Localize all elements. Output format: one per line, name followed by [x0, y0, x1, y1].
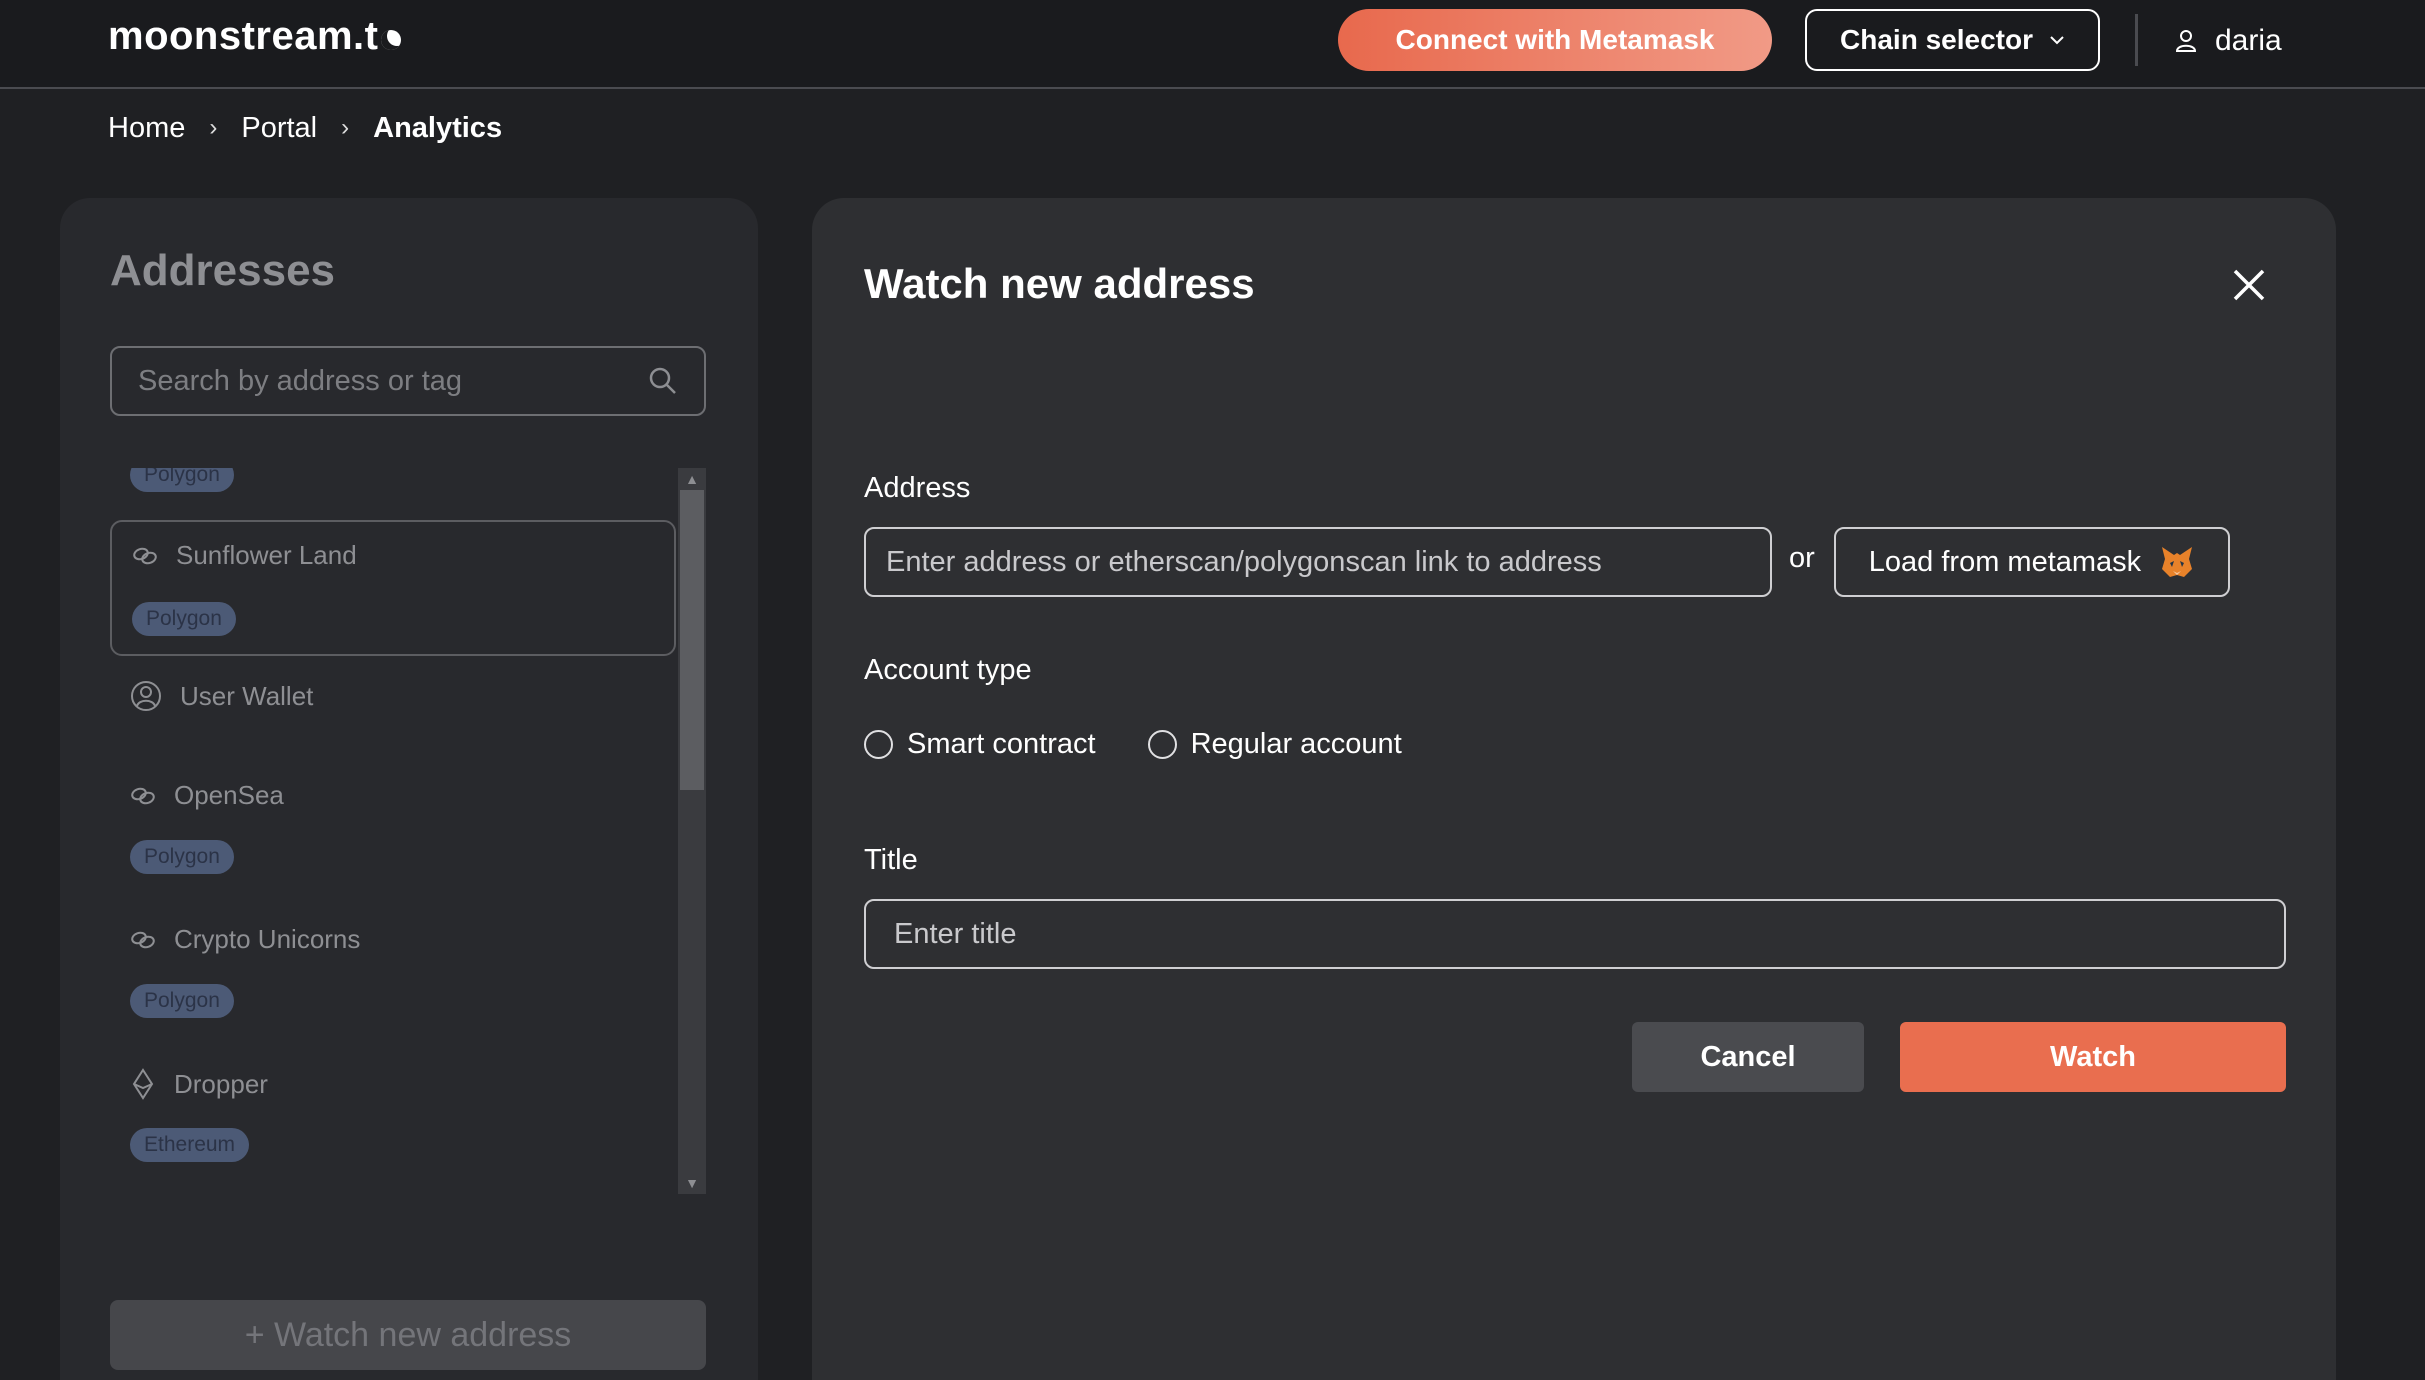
- list-item-row: Crypto Unicorns: [130, 924, 360, 955]
- account-type-label: Account type: [864, 654, 1032, 686]
- radio-circle-icon[interactable]: [1147, 730, 1177, 759]
- breadcrumb-separator: ›: [341, 114, 350, 141]
- load-metamask-label: Load from metamask: [1868, 545, 2142, 578]
- chain-tag: Polygon: [132, 602, 236, 636]
- connect-metamask-button[interactable]: Connect with Metamask: [1338, 9, 1772, 71]
- list-item[interactable]: Dropper Ethereum: [110, 1056, 676, 1186]
- close-button[interactable]: [2226, 262, 2272, 308]
- watch-address-modal: Watch new address Address or Load from m…: [812, 198, 2336, 1380]
- chain-tag: Polygon: [130, 840, 234, 874]
- scroll-thumb[interactable]: [680, 490, 704, 790]
- link-icon: [131, 787, 155, 804]
- radio-regular-account[interactable]: Regular account: [1147, 728, 1402, 761]
- list-item-label: Crypto Unicorns: [174, 924, 361, 954]
- logo-text: moonstream.t: [108, 14, 379, 58]
- breadcrumb-home[interactable]: Home: [108, 112, 185, 145]
- link-icon: [131, 931, 155, 948]
- radio-smart-contract[interactable]: Smart contract: [864, 728, 1096, 761]
- top-nav: moonstream.t Connect with Metamask Chain…: [0, 0, 2425, 89]
- list-item-label: OpenSea: [174, 780, 284, 810]
- load-from-metamask-button[interactable]: Load from metamask: [1834, 527, 2230, 597]
- or-text: or: [1789, 542, 1815, 574]
- metamask-fox-icon: [2162, 547, 2193, 577]
- nav-divider: [2135, 14, 2138, 66]
- list-item-label: User Wallet: [180, 680, 314, 711]
- username: daria: [2215, 24, 2282, 57]
- chain-tag: Polygon: [130, 984, 234, 1018]
- logo[interactable]: moonstream.t: [108, 14, 401, 59]
- list-item-row: User Wallet: [130, 680, 313, 712]
- list-item[interactable]: OpenSea Polygon: [110, 768, 676, 898]
- list-item[interactable]: Polygon: [110, 468, 676, 498]
- address-list: Polygon Sunflower Land Polygon User Wall…: [110, 468, 706, 1194]
- breadcrumb: Home › Portal › Analytics: [108, 108, 502, 148]
- modal-title: Watch new address: [864, 260, 1255, 307]
- addresses-panel: Addresses Polygon Sunflower Land Polygon…: [60, 198, 758, 1380]
- chain-tag: Polygon: [130, 468, 234, 492]
- chain-selector-label: Chain selector: [1840, 24, 2033, 55]
- search-box[interactable]: [110, 346, 706, 416]
- user-menu[interactable]: daria: [2175, 18, 2282, 64]
- link-icon: [133, 547, 157, 564]
- title-input[interactable]: [864, 899, 2286, 969]
- scroll-up-icon[interactable]: ▲: [678, 468, 706, 490]
- ethereum-icon: [132, 1068, 154, 1100]
- address-input[interactable]: [864, 527, 1772, 597]
- list-item-label: Sunflower Land: [176, 540, 357, 570]
- address-label: Address: [864, 472, 971, 504]
- list-item-label: Dropper: [174, 1068, 268, 1099]
- list-item-row: Dropper: [130, 1068, 268, 1100]
- breadcrumb-portal[interactable]: Portal: [241, 112, 317, 145]
- list-item-row: Sunflower Land: [132, 540, 357, 571]
- radio-label: Regular account: [1190, 728, 1402, 760]
- cancel-button[interactable]: Cancel: [1632, 1022, 1864, 1092]
- chain-selector-dropdown[interactable]: Chain selector: [1805, 9, 2100, 71]
- watch-button[interactable]: Watch: [1900, 1022, 2286, 1092]
- chain-tag: Ethereum: [130, 1128, 250, 1162]
- chevron-down-icon: [2050, 36, 2064, 45]
- watch-new-address-button[interactable]: + Watch new address: [110, 1300, 706, 1370]
- search-input[interactable]: [138, 364, 648, 398]
- close-icon: [2233, 269, 2265, 301]
- search-icon[interactable]: [648, 366, 678, 396]
- title-label: Title: [864, 844, 918, 876]
- breadcrumb-separator: ›: [209, 114, 218, 141]
- list-item-row: OpenSea: [130, 780, 284, 811]
- list-item[interactable]: User Wallet: [110, 668, 676, 758]
- scroll-down-icon[interactable]: ▼: [678, 1172, 706, 1194]
- logo-dot-icon: [380, 29, 401, 50]
- account-type-radio-group: Smart contract Regular account: [864, 728, 1402, 761]
- list-scrollbar[interactable]: ▲ ▼: [678, 468, 706, 1194]
- radio-label: Smart contract: [907, 728, 1096, 760]
- breadcrumb-current: Analytics: [373, 111, 503, 144]
- list-item[interactable]: Sunflower Land Polygon: [110, 520, 676, 656]
- user-icon: [2175, 30, 2197, 52]
- addresses-title: Addresses: [110, 246, 336, 295]
- radio-circle-icon[interactable]: [864, 730, 893, 759]
- list-item[interactable]: Crypto Unicorns Polygon: [110, 912, 676, 1042]
- user-circle-icon: [131, 681, 161, 711]
